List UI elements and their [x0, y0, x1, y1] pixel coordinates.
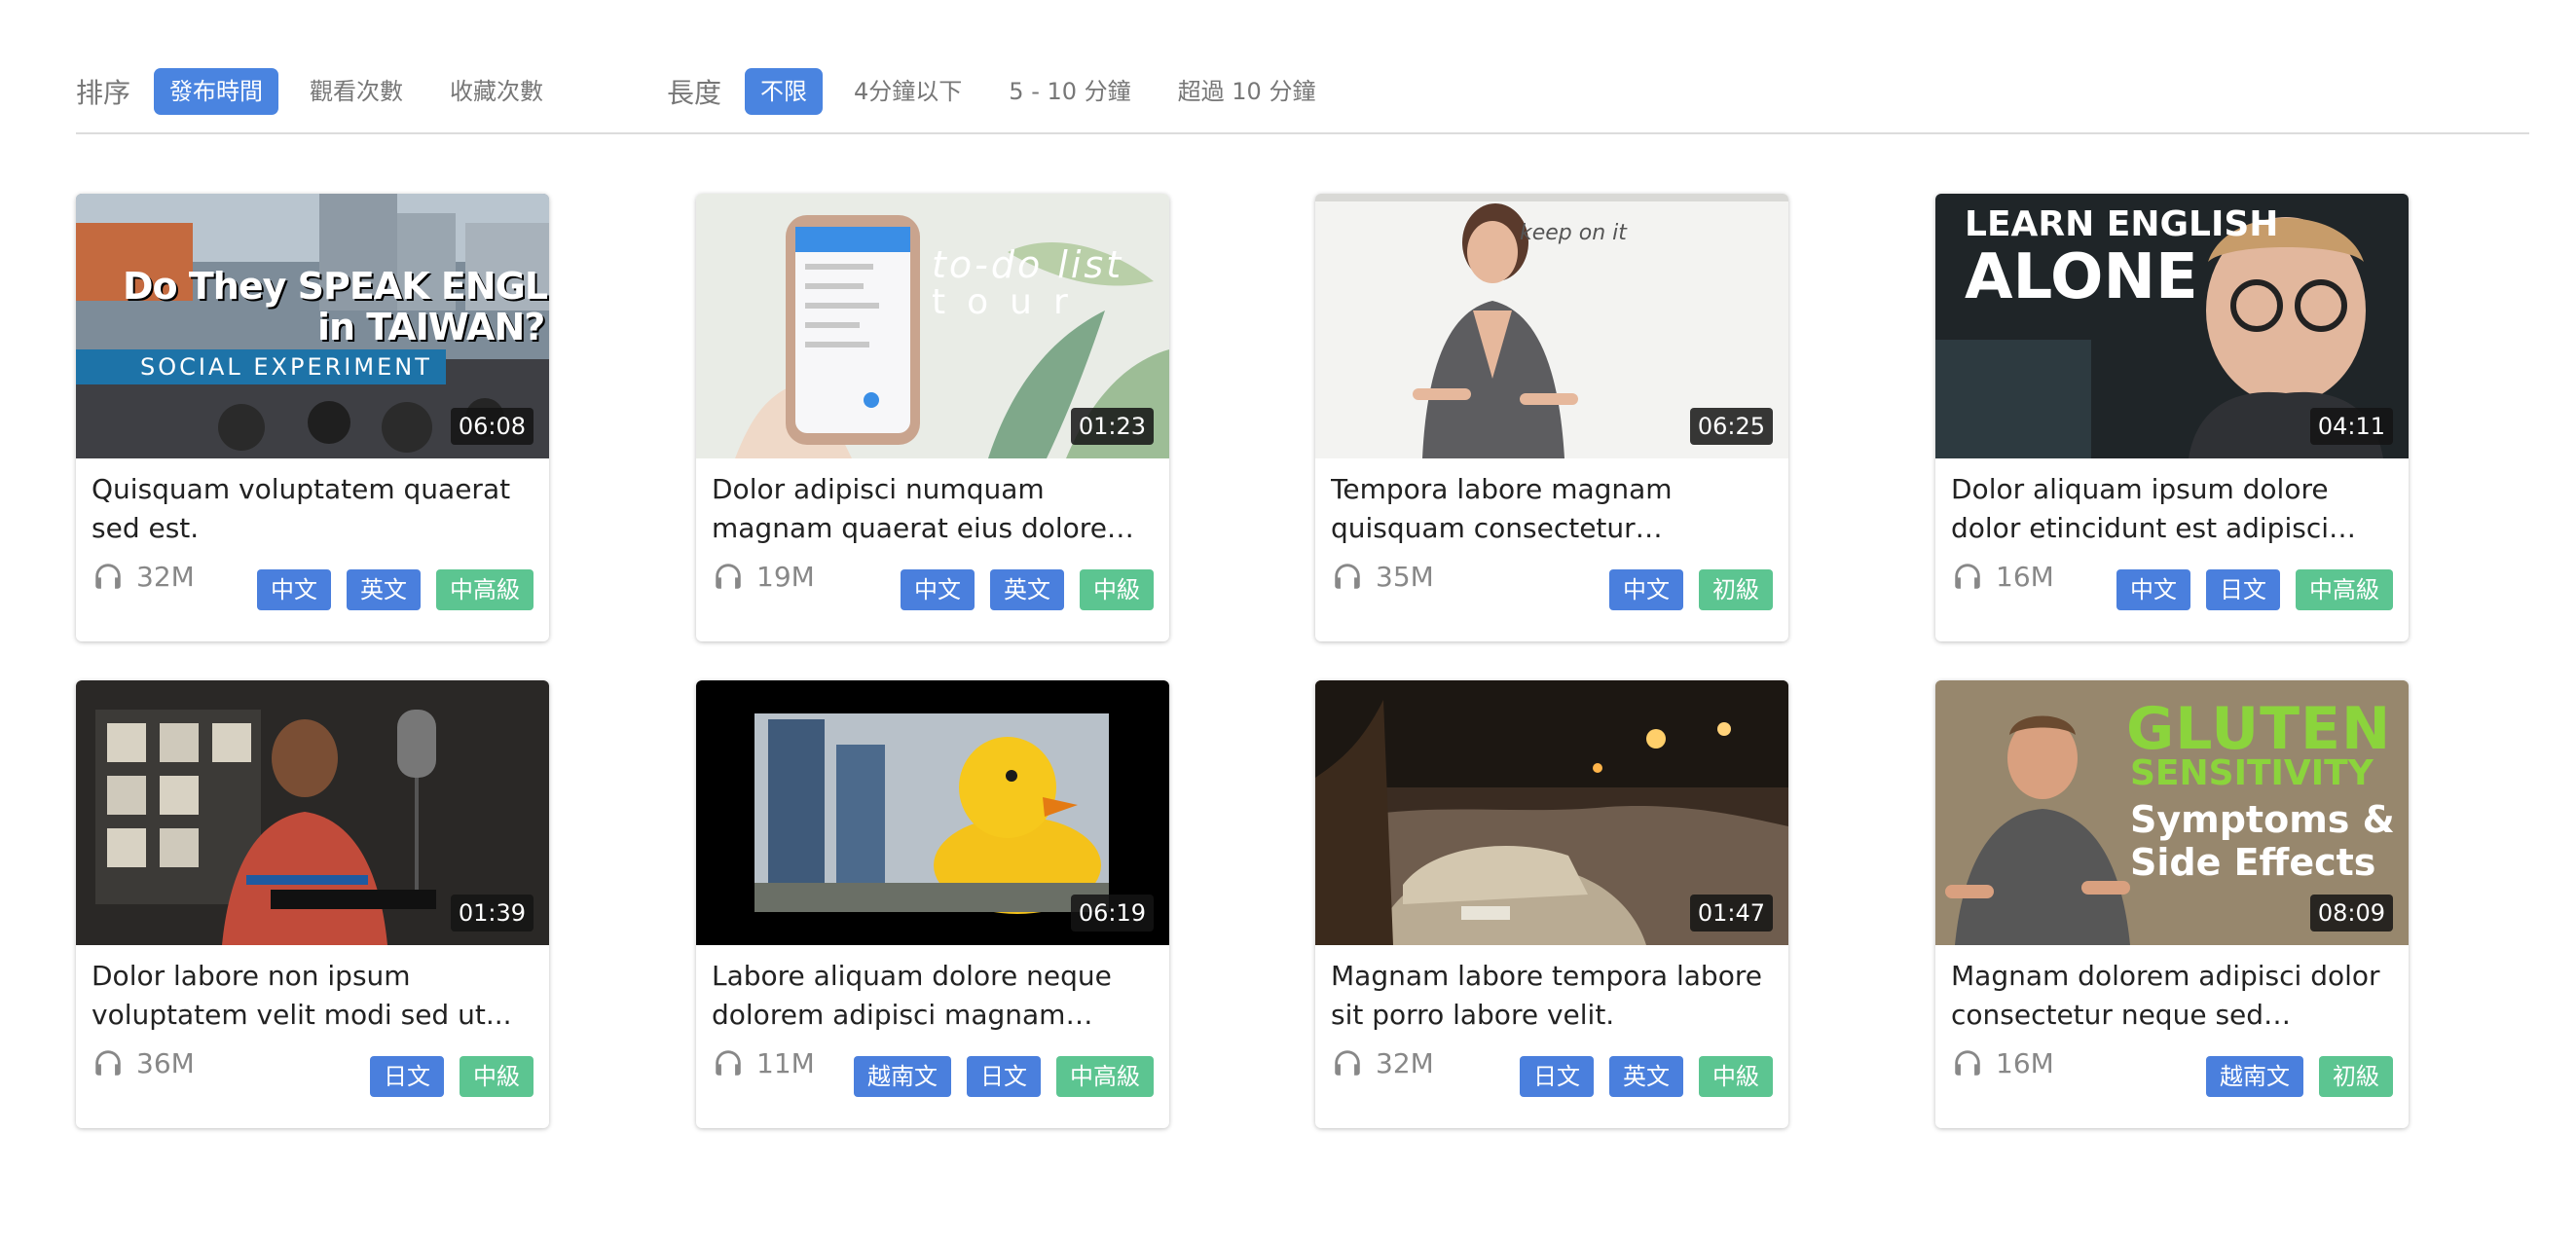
video-grid: Do They SPEAK ENGLISH in TAIWAN? SOCIAL …	[0, 0, 2576, 1242]
video-title[interactable]: Labore aliquam dolore neque dolorem adip…	[712, 957, 1154, 1035]
video-thumbnail[interactable]: 01:39	[76, 680, 549, 945]
level-tag[interactable]: 中級	[1699, 1056, 1773, 1097]
video-card[interactable]: 06:19 Labore aliquam dolore neque dolore…	[696, 680, 1169, 1128]
tag-list: 日文 英文 中級	[1504, 1056, 1773, 1097]
level-tag[interactable]: 中高級	[1056, 1056, 1154, 1097]
video-thumbnail[interactable]: GLUTEN SENSITIVITY Symptoms & Side Effec…	[1935, 680, 2409, 945]
listen-count-value: 35M	[1376, 560, 1434, 593]
language-tag[interactable]: 日文	[2206, 569, 2280, 610]
listen-count: 11M	[712, 1046, 815, 1079]
thumbnail-caption: Side Effects	[2130, 841, 2376, 884]
level-tag[interactable]: 中級	[1080, 569, 1154, 610]
level-tag[interactable]: 中高級	[2296, 569, 2393, 610]
language-tag[interactable]: 日文	[967, 1056, 1041, 1097]
level-tag[interactable]: 中高級	[436, 569, 534, 610]
duration-badge: 06:19	[1070, 895, 1154, 932]
video-thumbnail[interactable]: 01:47	[1315, 680, 1788, 945]
listen-count: 19M	[712, 560, 815, 593]
video-title[interactable]: Dolor labore non ipsum voluptatem velit …	[92, 957, 534, 1035]
video-title[interactable]: Magnam labore tempora labore sit porro l…	[1331, 957, 1773, 1035]
video-thumbnail[interactable]: Do They SPEAK ENGLISH in TAIWAN? SOCIAL …	[76, 194, 549, 458]
language-tag[interactable]: 英文	[347, 569, 421, 610]
headphones-icon	[1335, 564, 1360, 589]
video-card[interactable]: 01:39 Dolor labore non ipsum voluptatem …	[76, 680, 549, 1128]
listen-count-value: 16M	[1996, 1046, 2054, 1079]
video-title[interactable]: Magnam dolorem adipisci dolor consectetu…	[1951, 957, 2393, 1035]
tag-list: 中文 初級	[1594, 569, 1773, 610]
listen-count-value: 32M	[136, 560, 195, 593]
video-card[interactable]: keep on it 06:25 Tempora labore magnam q…	[1315, 194, 1788, 641]
duration-badge: 06:25	[1689, 408, 1773, 445]
language-tag[interactable]: 越南文	[2206, 1056, 2303, 1097]
headphones-icon	[1955, 564, 1980, 589]
video-card[interactable]: 01:47 Magnam labore tempora labore sit p…	[1315, 680, 1788, 1128]
listen-count: 32M	[1331, 1046, 1434, 1079]
listen-count: 32M	[92, 560, 195, 593]
thumbnail-caption: GLUTEN	[2126, 695, 2392, 763]
level-tag[interactable]: 初級	[2319, 1056, 2393, 1097]
level-tag[interactable]: 初級	[1699, 569, 1773, 610]
language-tag[interactable]: 越南文	[854, 1056, 951, 1097]
tag-list: 中文 英文 中高級	[241, 569, 534, 610]
duration-badge: 04:11	[2309, 408, 2393, 445]
thumbnail-caption: keep on it	[1520, 221, 1627, 245]
video-card[interactable]: GLUTEN SENSITIVITY Symptoms & Side Effec…	[1935, 680, 2409, 1128]
duration-badge: 08:09	[2309, 895, 2393, 932]
video-card[interactable]: to-do list tour 01:23 Dolor adipisci num…	[696, 194, 1169, 641]
headphones-icon	[95, 564, 121, 589]
thumbnail-caption: LEARN ENGLISH	[1965, 204, 2279, 244]
headphones-icon	[716, 564, 741, 589]
video-thumbnail[interactable]: 06:19	[696, 680, 1169, 945]
thumbnail-caption: SENSITIVITY	[2130, 753, 2374, 793]
thumbnail-caption: Symptoms &	[2130, 798, 2395, 841]
listen-count-value: 11M	[756, 1046, 815, 1079]
listen-count: 36M	[92, 1046, 195, 1079]
listen-count: 16M	[1951, 560, 2054, 593]
listen-count-value: 16M	[1996, 560, 2054, 593]
thumbnail-caption: Do They SPEAK ENGLISH	[123, 265, 549, 308]
listen-count-value: 36M	[136, 1046, 195, 1079]
video-thumbnail[interactable]: keep on it 06:25	[1315, 194, 1788, 458]
headphones-icon	[1955, 1050, 1980, 1076]
tag-list: 中文 英文 中級	[885, 569, 1154, 610]
listen-count-value: 19M	[756, 560, 815, 593]
duration-badge: 01:39	[450, 895, 534, 932]
language-tag[interactable]: 日文	[370, 1056, 444, 1097]
tag-list: 越南文 日文 中高級	[838, 1056, 1154, 1097]
video-title[interactable]: Dolor adipisci numquam magnam quaerat ei…	[712, 470, 1154, 548]
level-tag[interactable]: 中級	[460, 1056, 534, 1097]
thumbnail-caption: tour	[932, 282, 1089, 322]
language-tag[interactable]: 中文	[901, 569, 975, 610]
headphones-icon	[716, 1050, 741, 1076]
listen-count-value: 32M	[1376, 1046, 1434, 1079]
language-tag[interactable]: 英文	[990, 569, 1064, 610]
thumbnail-caption: ALONE	[1965, 241, 2198, 313]
duration-badge: 01:47	[1689, 895, 1773, 932]
video-title[interactable]: Tempora labore magnam quisquam consectet…	[1331, 470, 1773, 548]
video-thumbnail[interactable]: to-do list tour 01:23	[696, 194, 1169, 458]
duration-badge: 01:23	[1070, 408, 1154, 445]
headphones-icon	[1335, 1050, 1360, 1076]
video-card[interactable]: LEARN ENGLISH ALONE 04:11 Dolor aliquam …	[1935, 194, 2409, 641]
listen-count: 35M	[1331, 560, 1434, 593]
tag-list: 越南文 初級	[2190, 1056, 2393, 1097]
language-tag[interactable]: 日文	[1520, 1056, 1594, 1097]
headphones-icon	[95, 1050, 121, 1076]
thumbnail-caption: SOCIAL EXPERIMENT	[140, 353, 432, 381]
video-title[interactable]: Quisquam voluptatem quaerat sed est.	[92, 470, 534, 548]
thumbnail-caption: in TAIWAN?	[317, 306, 545, 348]
language-tag[interactable]: 中文	[1609, 569, 1683, 610]
language-tag[interactable]: 英文	[1609, 1056, 1683, 1097]
video-thumbnail[interactable]: LEARN ENGLISH ALONE 04:11	[1935, 194, 2409, 458]
language-tag[interactable]: 中文	[257, 569, 331, 610]
thumbnail-caption: to-do list	[932, 243, 1124, 286]
duration-badge: 06:08	[450, 408, 534, 445]
video-title[interactable]: Dolor aliquam ipsum dolore dolor etincid…	[1951, 470, 2393, 548]
tag-list: 日文 中級	[354, 1056, 534, 1097]
listen-count: 16M	[1951, 1046, 2054, 1079]
language-tag[interactable]: 中文	[2116, 569, 2190, 610]
video-card[interactable]: Do They SPEAK ENGLISH in TAIWAN? SOCIAL …	[76, 194, 549, 641]
tag-list: 中文 日文 中高級	[2101, 569, 2393, 610]
